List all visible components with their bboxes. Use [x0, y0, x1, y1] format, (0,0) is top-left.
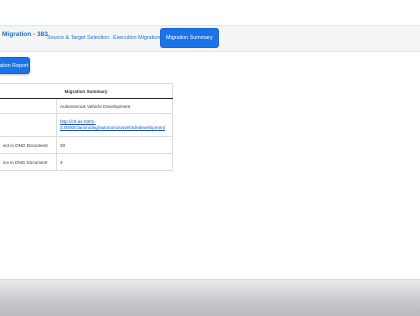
project-url-link[interactable]: http://clt-ax-0301-3.0000/clarion/dng/au… [60, 119, 169, 131]
app-title: Migration - 383 [2, 31, 48, 38]
tab-migration-summary[interactable]: Migration Summary [161, 29, 218, 47]
row-value: 20 [56, 136, 173, 154]
row-value: 3 [56, 153, 173, 171]
top-strip [0, 0, 420, 24]
table-header-row: Migration Summary [0, 83, 173, 99]
table-row: Autonomous Vehicle Development [0, 98, 173, 114]
tab-source-target-selection[interactable]: Source & Target Selection [42, 30, 114, 46]
row-label [0, 98, 57, 114]
table-row: ice in DNG Document 3 [0, 153, 173, 171]
table-heading: Migration Summary [0, 83, 173, 99]
migration-summary-table: Migration Summary Autonomous Vehicle Dev… [0, 83, 173, 171]
table-row: http://clt-ax-0301-3.0000/clarion/dng/au… [0, 113, 173, 137]
row-label [0, 113, 57, 137]
row-value: Autonomous Vehicle Development [56, 98, 173, 114]
table-row: ect in DNG Document 20 [0, 136, 173, 154]
row-value: http://clt-ax-0301-3.0000/clarion/dng/au… [56, 113, 173, 137]
row-label: ice in DNG Document [0, 153, 57, 171]
tab-execution-migration[interactable]: Execution Migration [108, 30, 165, 46]
taskbar [0, 279, 420, 316]
migration-report-button[interactable]: ation Report [0, 57, 30, 74]
row-label: ect in DNG Document [0, 136, 57, 154]
